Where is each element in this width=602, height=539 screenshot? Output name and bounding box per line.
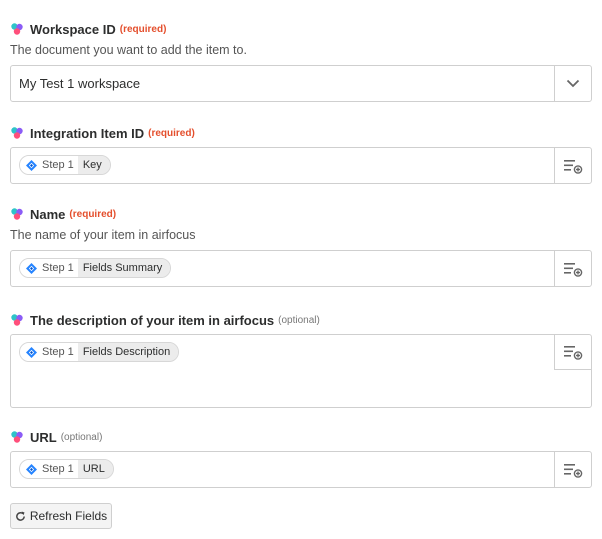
- name-help: The name of your item in airfocus: [10, 228, 196, 242]
- insert-data-button[interactable]: [554, 335, 591, 370]
- required-tag: (required): [148, 127, 195, 139]
- description-field: The description of your item in airfocus…: [10, 312, 592, 408]
- description-label: The description of your item in airfocus: [30, 312, 275, 328]
- integration-label: Integration Item ID: [30, 125, 145, 141]
- insert-data-icon: [563, 261, 583, 277]
- description-input[interactable]: Step 1 Fields Description: [10, 334, 592, 408]
- insert-data-icon: [563, 158, 583, 174]
- airfocus-icon: [10, 207, 24, 221]
- airfocus-icon: [10, 313, 24, 327]
- pill-step-label: Step 1: [42, 159, 74, 171]
- insert-data-button[interactable]: [554, 148, 591, 183]
- workspace-field: Workspace ID (required) The document you…: [10, 21, 592, 102]
- dropdown-toggle[interactable]: [554, 66, 591, 101]
- url-label-row: URL (optional): [10, 429, 592, 445]
- jira-icon: [26, 160, 37, 171]
- workspace-help: The document you want to add the item to…: [10, 43, 247, 57]
- airfocus-icon: [10, 126, 24, 140]
- name-label-row: Name (required): [10, 206, 592, 222]
- data-pill[interactable]: Step 1 Fields Description: [19, 342, 180, 362]
- workspace-select-value: My Test 1 workspace: [19, 76, 141, 91]
- workspace-select[interactable]: My Test 1 workspace: [10, 65, 592, 102]
- jira-icon: [26, 464, 37, 475]
- insert-data-icon: [563, 344, 583, 360]
- workspace-label: Workspace ID: [30, 21, 116, 37]
- pill-value: URL: [77, 460, 113, 478]
- jira-icon: [26, 347, 37, 358]
- refresh-fields-label: Refresh Fields: [29, 509, 108, 523]
- airfocus-icon: [10, 22, 24, 36]
- name-field: Name (required) The name of your item in…: [10, 206, 592, 287]
- refresh-icon: [15, 511, 25, 521]
- workspace-label-row: Workspace ID (required): [10, 21, 592, 37]
- chevron-down-icon: [566, 79, 580, 88]
- required-tag: (required): [69, 208, 117, 220]
- data-pill[interactable]: Step 1 Fields Summary: [19, 258, 172, 278]
- description-label-row: The description of your item in airfocus…: [10, 312, 592, 328]
- integration-input[interactable]: Step 1 Key: [10, 147, 592, 184]
- data-pill[interactable]: Step 1 Key: [19, 155, 111, 175]
- optional-tag: (optional): [60, 431, 103, 443]
- pill-step-label: Step 1: [42, 346, 74, 358]
- refresh-fields-button[interactable]: Refresh Fields: [10, 503, 112, 529]
- pill-step-label: Step 1: [42, 262, 74, 274]
- insert-data-button[interactable]: [554, 452, 591, 487]
- url-field: URL (optional) Step 1 URL: [10, 429, 592, 488]
- pill-step-label: Step 1: [42, 463, 74, 475]
- data-pill[interactable]: Step 1 URL: [19, 459, 114, 479]
- url-label: URL: [30, 429, 57, 445]
- insert-data-button[interactable]: [554, 251, 591, 286]
- required-tag: (required): [119, 23, 167, 35]
- jira-icon: [26, 263, 37, 274]
- name-label: Name: [30, 206, 66, 222]
- optional-tag: (optional): [278, 314, 320, 326]
- airfocus-icon: [10, 430, 24, 444]
- integration-field: Integration Item ID (required) Step 1 Ke…: [10, 125, 592, 184]
- pill-value: Fields Description: [77, 343, 179, 361]
- pill-value: Key: [77, 156, 110, 174]
- insert-data-icon: [563, 462, 583, 478]
- name-input[interactable]: Step 1 Fields Summary: [10, 250, 592, 287]
- integration-label-row: Integration Item ID (required): [10, 125, 592, 141]
- pill-value: Fields Summary: [77, 259, 171, 277]
- url-input[interactable]: Step 1 URL: [10, 451, 592, 488]
